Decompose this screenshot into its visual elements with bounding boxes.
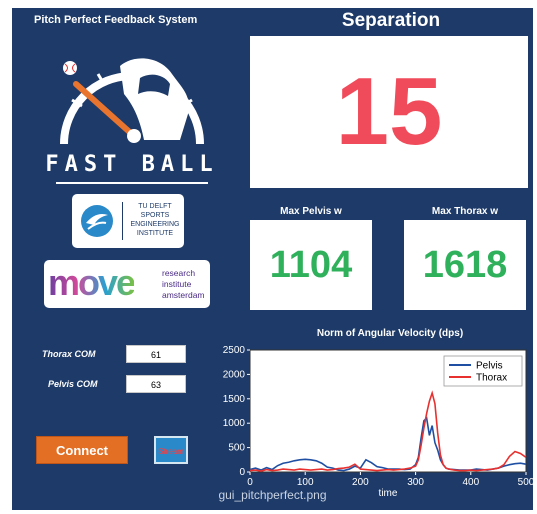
app-title: Pitch Perfect Feedback System bbox=[34, 14, 198, 26]
move-wordmark: move bbox=[48, 262, 136, 303]
thorax-com-field[interactable]: 61 bbox=[126, 345, 186, 363]
separation-panel: 15 bbox=[250, 36, 528, 188]
tudelft-divider bbox=[122, 202, 123, 240]
move-logo: move research institute amsterdam bbox=[44, 260, 210, 308]
max-thorax-title: Max Thorax w bbox=[431, 206, 499, 217]
x-tick-label: 100 bbox=[297, 477, 314, 488]
thorax-com-label: Thorax COM bbox=[42, 349, 96, 359]
y-tick-label: 1500 bbox=[223, 394, 246, 405]
max-pelvis-value: 1104 bbox=[269, 244, 353, 286]
fastball-logo: FAST BALL bbox=[42, 44, 222, 194]
max-thorax-value: 1618 bbox=[422, 244, 508, 286]
x-tick-label: 300 bbox=[407, 477, 424, 488]
y-tick-label: 1000 bbox=[223, 418, 246, 429]
legend-label-thorax: Thorax bbox=[476, 373, 507, 384]
max-pelvis-panel: 1104 bbox=[250, 220, 372, 310]
x-tick-label: 400 bbox=[462, 477, 479, 488]
y-tick-label: 500 bbox=[228, 443, 245, 454]
separation-value: 15 bbox=[335, 58, 443, 165]
max-pelvis-title: Max Pelvis w bbox=[280, 206, 342, 217]
move-subtitle: research institute amsterdam bbox=[162, 268, 205, 300]
tudelft-logo: TU DELFT SPORTS ENGINEERING INSTITUTE bbox=[72, 194, 184, 248]
fastball-gauge-icon bbox=[60, 58, 204, 145]
connect-button[interactable]: Connect bbox=[36, 436, 128, 464]
logo-divider bbox=[56, 182, 208, 184]
stream-button[interactable]: Stream bbox=[154, 436, 188, 464]
fastball-logo-text: FAST BALL bbox=[45, 152, 219, 177]
sports-engineering-icon bbox=[81, 205, 113, 237]
y-tick-label: 2500 bbox=[223, 345, 246, 356]
x-tick-label: 500 bbox=[518, 477, 533, 488]
image-caption: gui_pitchperfect.png bbox=[218, 488, 327, 502]
x-tick-label: 200 bbox=[352, 477, 369, 488]
tudelft-text: TU DELFT SPORTS ENGINEERING INSTITUTE bbox=[130, 203, 180, 237]
y-tick-label: 2000 bbox=[223, 369, 246, 380]
x-tick-label: 0 bbox=[247, 477, 253, 488]
pelvis-com-label: Pelvis COM bbox=[48, 379, 98, 389]
app-window: Pitch Perfect Feedback System FAST BALL bbox=[12, 8, 533, 510]
y-tick-label: 0 bbox=[239, 467, 245, 478]
legend-label-pelvis: Pelvis bbox=[476, 361, 503, 372]
separation-title: Separation bbox=[341, 10, 441, 31]
angular-velocity-chart: 050010001500200025000 100 200 300 400 500time… bbox=[223, 345, 533, 496]
pelvis-com-field[interactable]: 63 bbox=[126, 375, 186, 393]
max-thorax-panel: 1618 bbox=[404, 220, 526, 310]
